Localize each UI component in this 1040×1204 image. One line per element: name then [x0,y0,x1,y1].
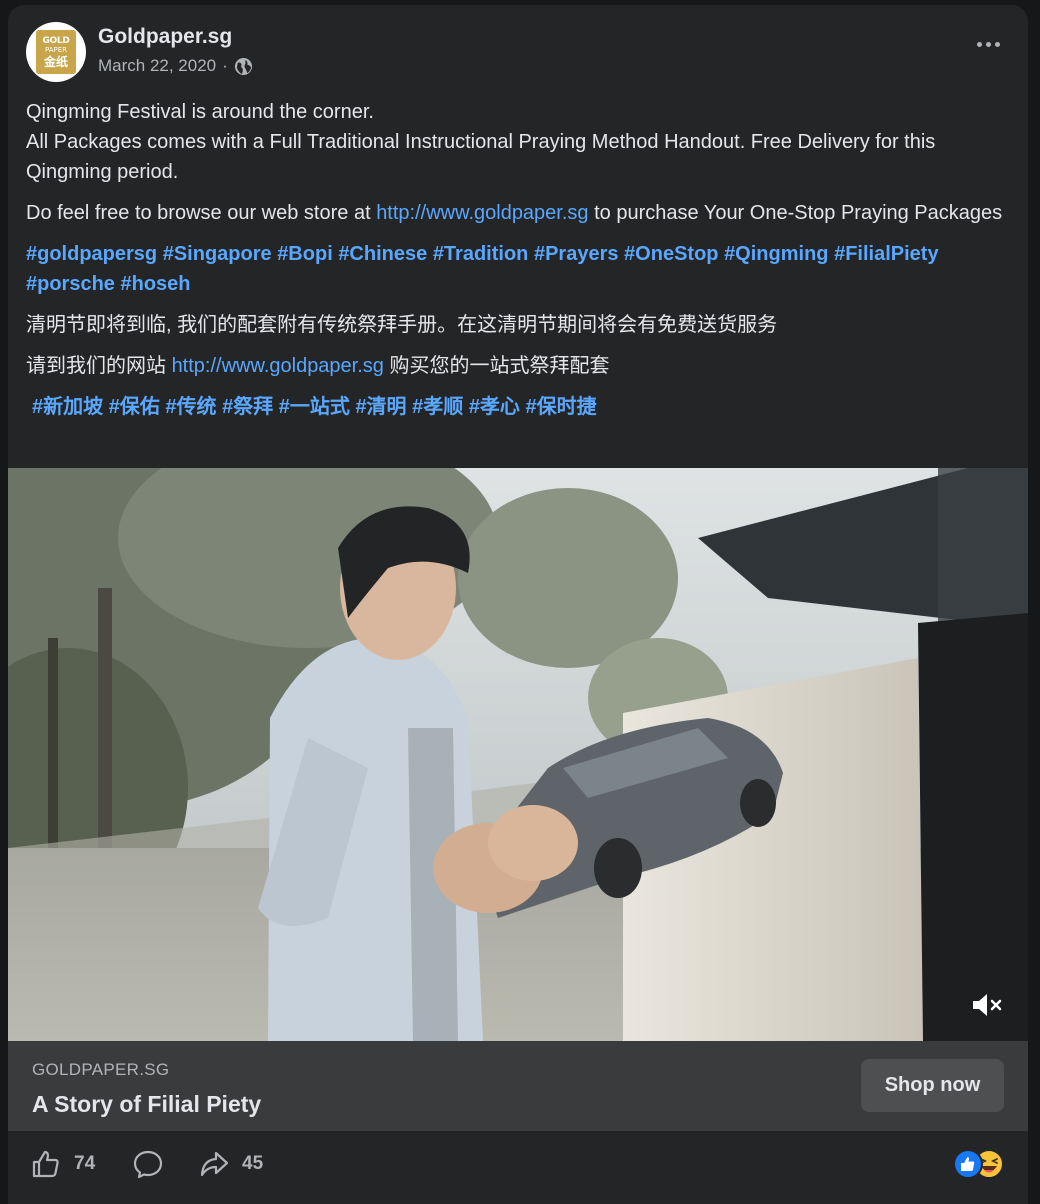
logo-line2: PAPER [44,45,68,54]
more-options-icon[interactable] [968,32,1008,56]
chinese-paragraph-2-text-end: 购买您的一站式祭拜配套 [383,355,610,377]
comment-button[interactable] [132,1147,164,1181]
hashtag[interactable]: #传统 [165,396,216,418]
paragraph-1-line-2: All Packages comes with a Full Tradition… [26,131,936,183]
hashtag[interactable]: #Bopi [277,243,333,265]
share-button[interactable]: 45 [198,1147,263,1181]
goldpaper-logo: GOLD PAPER 金纸 [36,30,76,74]
like-button[interactable]: 74 [30,1147,95,1181]
store-link-chinese[interactable]: http://www.goldpaper.sg [172,355,384,377]
hashtag[interactable]: #Qingming [724,243,828,265]
share-arrow-icon [200,1151,229,1177]
hashtag[interactable]: #FilialPiety [834,243,939,265]
hashtags-chinese: #新加坡 #保佑 #传统 #祭拜 #一站式 #清明 #孝顺 #孝心 #保时捷 [26,392,1016,422]
hashtag[interactable]: #孝心 [469,396,520,418]
thumbs-up-icon [32,1150,59,1178]
globe-icon [234,57,252,75]
hashtag[interactable]: #goldpapersg [26,243,157,265]
hashtag[interactable]: #Singapore [163,243,272,265]
hashtag[interactable]: #porsche [26,273,115,295]
hashtag[interactable]: #Chinese [338,243,427,265]
link-preview[interactable]: GOLDPAPER.SG A Story of Filial Piety Sho… [8,1041,1028,1131]
hashtag[interactable]: #Prayers [534,243,619,265]
post-date[interactable]: March 22, 2020 [98,56,216,76]
hashtag[interactable]: #Tradition [433,243,529,265]
like-count: 74 [74,1153,96,1174]
store-link[interactable]: http://www.goldpaper.sg [376,202,588,224]
avatar[interactable]: GOLD PAPER 金纸 [26,22,86,82]
video-player[interactable] [8,468,1028,1041]
hashtag[interactable]: #保时捷 [526,396,597,418]
logo-line1: GOLD [42,35,70,46]
link-title[interactable]: A Story of Filial Piety [32,1091,261,1118]
like-reaction-icon [953,1149,983,1179]
hashtag[interactable]: #一站式 [279,396,350,418]
hashtag[interactable]: #祭拜 [222,396,273,418]
hashtag[interactable]: #新加坡 [32,396,103,418]
paragraph-2-text: Do feel free to browse our web store at [26,202,377,224]
logo-line3: 金纸 [43,54,68,69]
meta-separator: · [222,56,228,75]
chinese-paragraph-2: 请到我们的网站 http://www.goldpaper.sg 购买您的一站式祭… [26,351,1016,381]
shop-now-button[interactable]: Shop now [861,1059,1004,1112]
paragraph-1: Qingming Festival is around the corner. … [26,97,1016,187]
paragraph-1-line-1: Qingming Festival is around the corner. [26,101,374,123]
speaker-muted-icon[interactable] [970,990,1004,1020]
hashtags-english: #goldpapersg #Singapore #Bopi #Chinese #… [26,239,1016,299]
hashtag[interactable]: #清明 [355,396,406,418]
reactions-summary[interactable] [952,1148,1008,1180]
paragraph-2-text-end: to purchase Your One-Stop Praying Packag… [588,202,1003,224]
hashtag[interactable]: #hoseh [121,273,191,295]
post-card: GOLD PAPER 金纸 Goldpaper.sg March 22, 202… [8,5,1028,1204]
post-footer: 74 45 [8,1131,1028,1204]
post-header: GOLD PAPER 金纸 Goldpaper.sg March 22, 202… [26,22,1010,84]
comment-icon [133,1150,163,1179]
share-count: 45 [242,1153,264,1174]
link-domain: GOLDPAPER.SG [32,1060,170,1079]
paragraph-2: Do feel free to browse our web store at … [26,198,1016,228]
chinese-paragraph-2-text: 请到我们的网站 [26,355,172,377]
hashtag[interactable]: #OneStop [624,243,718,265]
post-body: Qingming Festival is around the corner. … [26,97,1016,433]
hashtag[interactable]: #孝顺 [412,396,463,418]
video-frame [8,468,1028,1041]
post-meta: March 22, 2020 · [98,56,253,76]
page-name-link[interactable]: Goldpaper.sg [98,25,232,49]
hashtag[interactable]: #保佑 [109,396,160,418]
chinese-paragraph-1: 清明节即将到临, 我们的配套附有传统祭拜手册。在这清明节期间将会有免费送货服务 [26,314,778,336]
